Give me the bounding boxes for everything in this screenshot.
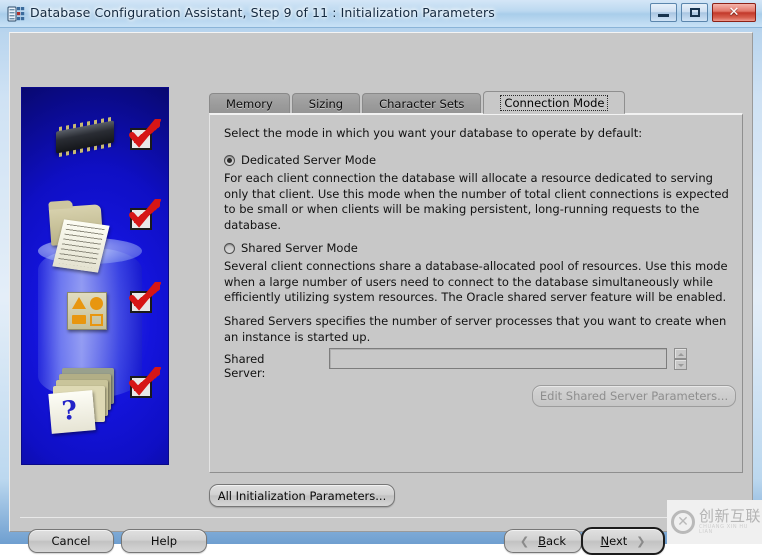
watermark-logo-icon [671,510,695,534]
file-stack-icon: ? [48,368,114,434]
tab-character-sets[interactable]: Character Sets [362,93,482,114]
watermark-text: 创新互联 CHUANG XIN HU LIAN [699,506,762,535]
shared-server-spinner[interactable] [674,348,687,370]
memory-chip-icon [56,120,114,154]
back-button-mnemonic: B [538,534,547,548]
dedicated-server-mode-radio[interactable] [224,155,235,166]
sidebar-illustration: ? [21,87,169,465]
spinner-down-button[interactable] [674,359,687,370]
tab-connection-mode-label: Connection Mode [500,94,609,111]
tab-sizing-label: Sizing [308,97,344,111]
parameters-tools-icon [67,292,107,330]
title-bar: Database Configuration Assistant, Step 9… [0,0,762,28]
close-button[interactable]: ✕ [712,3,756,22]
watermark-en-text: CHUANG XIN HU LIAN [699,523,748,535]
tab-strip: Memory Sizing Character Sets Connection … [209,91,627,114]
footer-separator [20,517,742,518]
application-window: Database Configuration Assistant, Step 9… [0,0,762,555]
dialog-client-area: ? Memory Sizing Character Sets Connectio… [9,32,753,555]
back-button[interactable]: ❮ B ack [504,529,582,553]
close-icon: ✕ [728,5,740,20]
chevron-right-icon: ❯ [636,534,646,548]
step-check-icon-3 [129,282,161,313]
minimize-button[interactable] [650,3,677,22]
panel-intro-text: Select the mode in which you want your d… [224,126,643,140]
window-title: Database Configuration Assistant, Step 9… [30,5,495,20]
tab-memory[interactable]: Memory [209,93,290,114]
minimize-icon [651,4,676,21]
shared-servers-note: Shared Servers specifies the number of s… [224,314,727,344]
tab-connection-mode[interactable]: Connection Mode [483,91,626,114]
shared-server-mode-description: Several client connections share a datab… [224,259,728,305]
shared-server-mode-radio[interactable] [224,243,235,254]
edit-shared-server-parameters-button[interactable]: Edit Shared Server Parameters... [532,385,736,407]
next-button[interactable]: N ext ❯ [581,527,665,555]
next-button-label: ext [609,534,628,548]
shared-server-mode-label: Shared Server Mode [241,241,358,255]
maximize-button[interactable] [681,3,708,22]
question-mark-glyph: ? [60,395,79,427]
shared-server-input[interactable] [329,348,667,369]
help-button[interactable]: Help [121,529,207,553]
dedicated-server-mode-description: For each client connection the database … [224,171,729,232]
all-initialization-parameters-button[interactable]: All Initialization Parameters... [209,484,395,507]
tab-character-sets-label: Character Sets [379,97,465,111]
watermark-cn-text: 创新互联 [699,506,762,525]
step-check-icon-4 [129,367,161,398]
cancel-button[interactable]: Cancel [28,529,114,553]
tab-sizing[interactable]: Sizing [291,93,361,114]
back-button-label: ack [546,534,567,548]
chevron-left-icon: ❮ [519,534,530,548]
step-check-icon-1 [129,119,161,150]
spinner-up-button[interactable] [674,348,687,359]
step-check-icon-2 [129,199,161,230]
dedicated-server-mode-label: Dedicated Server Mode [241,153,377,167]
watermark: 创新互联 CHUANG XIN HU LIAN [667,500,762,544]
database-chip-icon [7,6,25,22]
tab-memory-label: Memory [226,97,273,111]
maximize-icon [682,4,707,21]
connection-mode-panel: Select the mode in which you want your d… [209,113,743,473]
next-button-mnemonic: N [600,534,610,548]
shared-server-field-label: Shared Server: [224,352,266,380]
